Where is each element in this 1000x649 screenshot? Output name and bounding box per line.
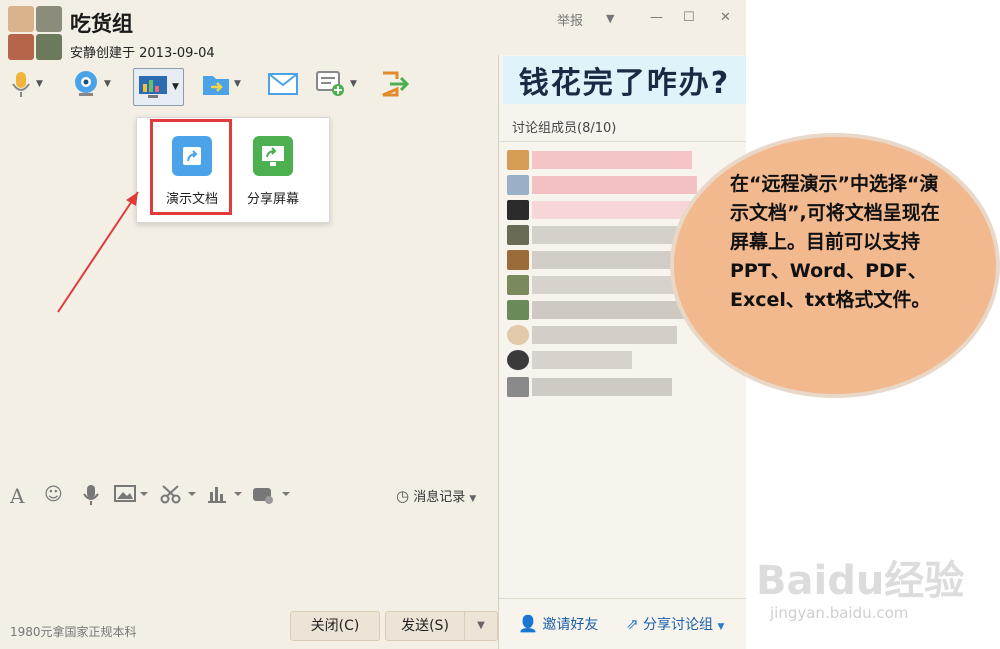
message-history-button[interactable]: ◷ 消息记录 ▼	[396, 486, 476, 505]
member-avatar[interactable]	[507, 150, 529, 170]
member-name-blurred[interactable]	[532, 276, 692, 294]
voice-button[interactable]: ▼	[10, 68, 43, 100]
panel-divider[interactable]	[498, 55, 499, 649]
member-name-blurred[interactable]	[532, 301, 687, 319]
watermark-url: jingyan.baidu.com	[770, 604, 909, 622]
members-header: 讨论组成员(8/10)	[512, 121, 617, 136]
invite-label: 邀请好友	[542, 617, 599, 633]
chevron-down-icon[interactable]: ▼	[172, 82, 179, 92]
callout-text: 在“远程演示”中选择“演示文档”,可将文档呈现在屏幕上。目前可以支持PPT、Wo…	[730, 173, 940, 311]
chat-window: 吃货组 安静创建于 2013-09-04 举报 ▼ — ☐ ✕ ▼ ▼ ▼ ▼ …	[0, 0, 746, 649]
close-icon[interactable]: ✕	[720, 10, 731, 25]
member-avatar	[8, 34, 34, 60]
member-name-blurred[interactable]	[532, 326, 677, 344]
report-link[interactable]: 举报	[557, 10, 583, 29]
member-avatar	[36, 34, 62, 60]
monitor-share-icon	[253, 136, 293, 176]
font-icon[interactable]: A	[10, 484, 24, 508]
video-button[interactable]: ▼	[72, 68, 111, 100]
send-options-chevron-icon[interactable]: ▼	[464, 611, 498, 641]
add-user-icon: 👤	[518, 614, 538, 633]
member-avatar[interactable]	[507, 200, 529, 220]
send-button[interactable]: 发送(S)	[385, 611, 465, 641]
ad-text-link[interactable]: 1980元拿国家正规本科	[10, 623, 137, 640]
member-avatar[interactable]	[507, 325, 529, 345]
invite-friends-button[interactable]: 👤 邀请好友	[518, 614, 598, 634]
member-name-blurred[interactable]	[532, 151, 692, 169]
member-name-blurred[interactable]	[532, 201, 692, 219]
file-transfer-button[interactable]: ▼	[202, 68, 241, 100]
chevron-down-icon[interactable]: ▼	[350, 79, 357, 89]
member-avatar[interactable]	[507, 275, 529, 295]
member-avatar[interactable]	[507, 225, 529, 245]
remote-control-icon[interactable]	[252, 484, 292, 509]
chevron-down-icon[interactable]: ▼	[36, 79, 43, 89]
microphone-icon	[12, 72, 30, 97]
screenshot-icon[interactable]	[160, 484, 198, 509]
member-avatar[interactable]	[507, 175, 529, 195]
member-name-blurred[interactable]	[532, 351, 632, 369]
clock-icon: ◷	[396, 487, 410, 505]
member-name-blurred[interactable]	[532, 176, 697, 194]
file-transfer-icon	[203, 76, 229, 95]
group-avatar[interactable]	[8, 6, 64, 62]
share-group-button[interactable]: ⇗ 分享讨论组 ▼	[626, 614, 724, 634]
emoji-icon[interactable]: ☺	[44, 484, 63, 505]
share-screen-label: 分享屏幕	[246, 192, 299, 207]
divider	[499, 141, 746, 142]
member-name-blurred[interactable]	[532, 226, 687, 244]
camera-icon	[75, 71, 97, 96]
settings-dropdown-icon[interactable]: ▼	[606, 12, 614, 25]
member-name-blurred[interactable]	[532, 378, 672, 396]
group-subtitle: 安静创建于 2013-09-04	[70, 46, 215, 61]
image-icon[interactable]	[114, 484, 150, 509]
maximize-icon[interactable]: ☐	[683, 10, 695, 25]
member-avatar	[8, 6, 34, 32]
member-name-blurred[interactable]	[532, 251, 682, 269]
ad-banner[interactable]: 钱花完了咋办?	[503, 56, 746, 104]
chevron-down-icon[interactable]: ▼	[234, 79, 241, 89]
history-label: 消息记录	[413, 490, 466, 505]
member-avatar[interactable]	[507, 250, 529, 270]
chart-icon[interactable]	[206, 484, 244, 509]
apps-button[interactable]: ▼	[316, 68, 357, 100]
message-input[interactable]	[0, 510, 498, 605]
watermark-logo: Baidu经验	[756, 558, 965, 604]
mail-button[interactable]	[268, 68, 298, 100]
member-avatar[interactable]	[507, 300, 529, 320]
divider	[499, 598, 746, 599]
exit-icon	[382, 71, 410, 97]
minimize-icon[interactable]: —	[650, 10, 663, 25]
screen-share-icon	[139, 76, 167, 98]
remote-demo-button[interactable]: ▼	[133, 68, 184, 106]
close-button[interactable]: 关闭(C)	[290, 611, 380, 641]
share-label: 分享讨论组	[643, 617, 714, 633]
exit-group-button[interactable]	[380, 68, 410, 100]
add-app-icon	[316, 71, 344, 96]
share-screen-option[interactable]: 分享屏幕	[237, 136, 309, 207]
chevron-down-icon: ▼	[717, 622, 725, 632]
share-icon: ⇗	[626, 615, 639, 633]
member-avatar[interactable]	[507, 350, 529, 370]
group-title: 吃货组	[70, 12, 133, 36]
chevron-down-icon[interactable]: ▼	[104, 79, 111, 89]
member-avatar	[36, 6, 62, 32]
mail-icon	[268, 73, 298, 95]
member-avatar[interactable]	[507, 377, 529, 397]
chevron-down-icon: ▼	[469, 494, 477, 504]
voice-message-icon[interactable]	[82, 484, 100, 511]
highlight-box	[150, 119, 232, 215]
annotation-arrow-icon	[57, 191, 139, 313]
